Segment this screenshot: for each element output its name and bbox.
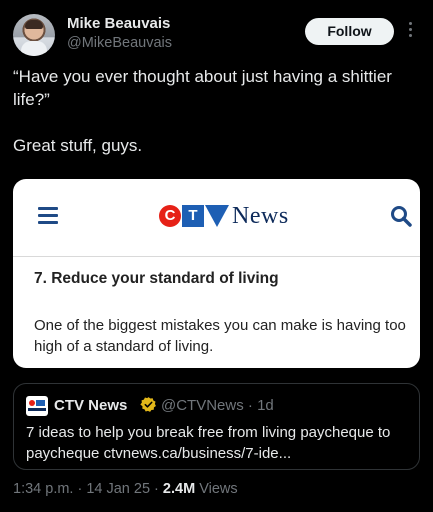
tweet-quote-line: “Have you ever thought about just having…	[13, 67, 392, 109]
verified-badge-icon	[140, 397, 156, 412]
author-handle[interactable]: @MikeBeauvais	[67, 35, 172, 51]
logo-letter-t: T	[182, 205, 204, 227]
tweet-meta: 1:34 p.m. · 14 Jan 25 · 2.4M Views	[13, 481, 238, 497]
quoted-tweet-text: 7 ideas to help you break free from livi…	[26, 424, 391, 462]
card-body-text: One of the biggest mistakes you can make…	[34, 317, 406, 355]
tweet-header: Mike Beauvais @MikeBeauvais Follow	[0, 0, 433, 60]
quoted-tweet[interactable]: CTV News @CTVNews · 1d 7 ideas to help y…	[13, 383, 420, 470]
logo-word: News	[232, 203, 289, 229]
quoted-author-name: CTV News	[54, 397, 128, 414]
ctv-news-logo: C T News	[159, 204, 289, 228]
tweet-text: “Have you ever thought about just having…	[13, 65, 413, 180]
search-icon	[391, 206, 412, 227]
quoted-handle-time: @CTVNews · 1d	[161, 397, 274, 414]
avatar-shirt	[21, 41, 47, 56]
avatar-hair	[25, 20, 43, 29]
more-options-icon[interactable]	[407, 22, 413, 40]
logo-letter-c: C	[159, 205, 181, 227]
card-divider	[13, 256, 420, 257]
tweet-timestamp[interactable]: 1:34 p.m. · 14 Jan 25 ·	[13, 481, 163, 497]
ctv-news-avatar-icon	[26, 396, 48, 416]
hamburger-menu-icon	[38, 207, 58, 225]
views-label: Views	[195, 481, 238, 497]
avatar[interactable]	[13, 14, 55, 56]
follow-button[interactable]: Follow	[305, 18, 394, 45]
tweet-comment-line: Great stuff, guys.	[13, 136, 143, 155]
logo-letter-v	[205, 205, 229, 227]
views-count: 2.4M	[162, 481, 196, 497]
card-heading: 7. Reduce your standard of living	[34, 270, 279, 287]
author-name[interactable]: Mike Beauvais	[67, 15, 170, 32]
screenshot-card[interactable]: C T News 7. Reduce your standard of livi…	[13, 179, 420, 368]
